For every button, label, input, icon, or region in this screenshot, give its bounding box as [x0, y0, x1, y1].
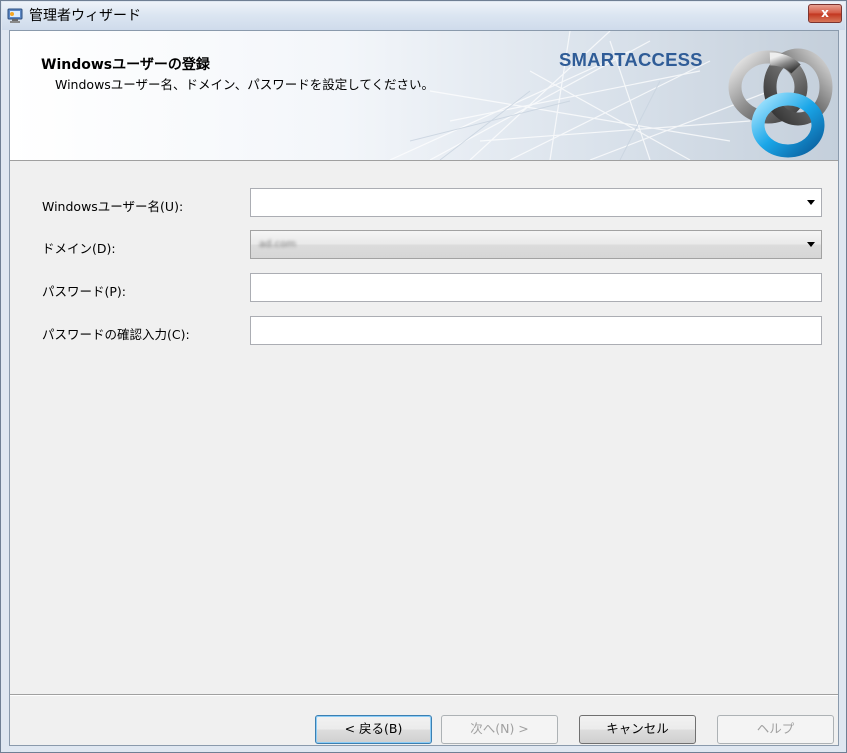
footer-divider	[10, 694, 838, 696]
chevron-down-icon[interactable]	[807, 242, 815, 247]
username-combobox[interactable]	[250, 188, 822, 217]
wizard-header-banner: Windowsユーザーの登録 Windowsユーザー名、ドメイン、パスワードを設…	[10, 31, 838, 161]
domain-label: ドメイン(D):	[42, 241, 116, 256]
next-button[interactable]: 次へ(N) >	[441, 715, 558, 744]
password-label: パスワード(P):	[42, 284, 127, 299]
password-input[interactable]	[250, 273, 822, 302]
close-button[interactable]: x	[808, 4, 842, 23]
help-button[interactable]: ヘルプ	[717, 715, 834, 744]
username-label: Windowsユーザー名(U):	[42, 199, 184, 214]
app-icon	[7, 8, 23, 23]
wizard-window: 管理者ウィザード x Windowsユーザーの登録 Windowsユーザー名、ド…	[0, 0, 847, 753]
domain-combobox[interactable]: ad.com	[250, 230, 822, 259]
brand-name: SMARTACCESS	[559, 49, 703, 70]
cancel-button[interactable]: キャンセル	[579, 715, 696, 744]
interlocked-rings-logo-icon	[728, 48, 833, 158]
domain-value: ad.com	[259, 239, 297, 250]
window-title: 管理者ウィザード	[29, 8, 141, 24]
title-bar[interactable]: 管理者ウィザード x	[2, 2, 845, 30]
chevron-down-icon[interactable]	[807, 200, 815, 205]
password-confirm-input[interactable]	[250, 316, 822, 345]
header-title: Windowsユーザーの登録	[41, 57, 210, 73]
password-confirm-label: パスワードの確認入力(C):	[42, 327, 190, 342]
header-subtitle: Windowsユーザー名、ドメイン、パスワードを設定してください。	[55, 77, 435, 92]
back-button[interactable]: < 戻る(B)	[315, 715, 432, 744]
close-icon: x	[821, 6, 829, 20]
wizard-client-area: Windowsユーザーの登録 Windowsユーザー名、ドメイン、パスワードを設…	[9, 30, 839, 746]
